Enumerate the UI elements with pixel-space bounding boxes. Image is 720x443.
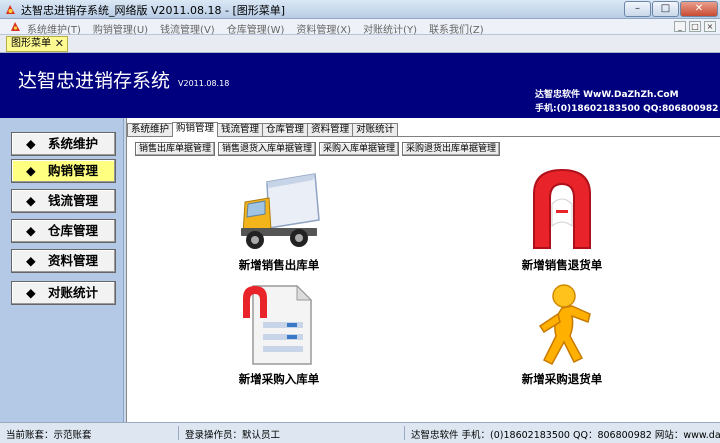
company-info: 达智忠软件 WwW.DaZhZh.CoM: [535, 90, 679, 100]
sidebar-item-label: 资料管理: [48, 253, 99, 268]
status-account: 当前账套：示范账套: [6, 430, 92, 441]
title-bar: 达智忠进销存系统_网络版 V2011.08.18 - [图形菜单] – □ ✕: [0, 0, 720, 19]
document-tab-strip: 图形菜单 ✕: [0, 35, 720, 53]
sidebar-item-cashflow[interactable]: ◆ 钱流管理: [11, 189, 116, 213]
sales-return-docs-button[interactable]: 销售退货入库单据管理: [218, 142, 317, 156]
tab-reconciliation[interactable]: 对账统计: [352, 123, 399, 137]
menu-reconciliation[interactable]: 对账统计(Y): [363, 21, 417, 36]
diamond-icon: ◆: [26, 193, 36, 208]
doc-tab-close-icon[interactable]: ✕: [55, 37, 64, 51]
menu-cashflow[interactable]: 钱流管理(V): [160, 21, 215, 36]
mdi-restore-button[interactable]: □: [689, 21, 701, 32]
sidebar-item-label: 购销管理: [48, 163, 99, 178]
menu-data[interactable]: 资料管理(X): [296, 21, 351, 36]
maximize-button[interactable]: □: [652, 1, 679, 17]
sidebar-item-system[interactable]: ◆ 系统维护: [11, 132, 116, 156]
sidebar-item-data[interactable]: ◆ 资料管理: [11, 249, 116, 273]
mdi-close-button[interactable]: ×: [704, 21, 716, 32]
tile-new-sales-return[interactable]: 新增销售退货单: [512, 164, 612, 273]
system-title: 达智忠进销存系统: [18, 70, 171, 92]
tile-new-purchase-return[interactable]: 新增采购退货单: [512, 282, 612, 387]
status-separator: [178, 426, 179, 440]
acrobat-a-icon: [533, 168, 591, 249]
purchase-in-docs-button[interactable]: 采购入库单据管理: [319, 142, 400, 156]
status-operator: 登录操作员：默认员工: [185, 430, 281, 441]
menu-logo-icon: [11, 22, 20, 31]
sidebar-item-label: 钱流管理: [48, 193, 99, 208]
sidebar-item-label: 仓库管理: [48, 223, 99, 238]
diamond-icon: ◆: [26, 163, 36, 178]
banner: 达智忠进销存系统 V2011.08.18 达智忠软件 WwW.DaZhZh.Co…: [0, 53, 720, 118]
sidebar-item-warehouse[interactable]: ◆ 仓库管理: [11, 219, 116, 243]
tab-data[interactable]: 资料管理: [307, 123, 354, 137]
tile-label: 新增采购退货单: [521, 372, 603, 386]
sidebar: ◆ 系统维护 ◆ 购销管理 ◆ 钱流管理 ◆ 仓库管理 ◆ 资料管理 ◆ 对账统计: [0, 118, 124, 422]
sub-button-row: 销售出库单据管理 销售退货入库单据管理 采购入库单据管理 采购退货出库单据管理: [135, 142, 501, 156]
menu-purchase-sales[interactable]: 购销管理(U): [93, 21, 148, 36]
mdi-minimize-button[interactable]: _: [674, 21, 686, 32]
running-person-icon: [538, 284, 591, 365]
tile-label: 新增销售退货单: [521, 258, 603, 272]
tab-warehouse[interactable]: 仓库管理: [262, 123, 309, 137]
tile-new-sales-out[interactable]: 新增销售出库单: [229, 172, 329, 273]
purchase-return-docs-button[interactable]: 采购退货出库单据管理: [402, 142, 501, 156]
doc-tab-label: 图形菜单: [11, 38, 51, 49]
diamond-icon: ◆: [26, 223, 36, 238]
status-footer: 达智忠软件 手机：(0)18602183500 QQ：806800982 网站：…: [411, 430, 720, 441]
diamond-icon: ◆: [26, 136, 36, 151]
diamond-icon: ◆: [26, 253, 36, 268]
tile-label: 新增销售出库单: [238, 258, 320, 272]
menu-warehouse[interactable]: 仓库管理(W): [227, 21, 285, 36]
tab-purchase-sales[interactable]: 购销管理: [172, 122, 219, 137]
sidebar-item-reconciliation[interactable]: ◆ 对账统计: [11, 281, 116, 305]
tile-label: 新增采购入库单: [238, 372, 320, 386]
menu-contact[interactable]: 联系我们(Z): [429, 21, 484, 36]
minimize-button[interactable]: –: [624, 1, 651, 17]
status-bar: 当前账套：示范账套 登录操作员：默认员工 达智忠软件 手机：(0)1860218…: [0, 422, 720, 443]
sidebar-item-label: 系统维护: [48, 136, 99, 151]
module-tabs: 系统维护 购销管理 钱流管理 仓库管理 资料管理 对账统计: [127, 122, 399, 137]
app-icon: [6, 5, 15, 14]
contact-info: 手机:(0)18602183500 QQ:806800982: [535, 104, 719, 114]
document-form-icon: [243, 284, 313, 365]
tab-cashflow[interactable]: 钱流管理: [217, 123, 264, 137]
window-controls: – □ ✕: [624, 1, 718, 17]
close-button[interactable]: ✕: [680, 1, 718, 17]
window-title: 达智忠进销存系统_网络版 V2011.08.18 - [图形菜单]: [21, 4, 286, 17]
sidebar-item-purchase-sales[interactable]: ◆ 购销管理: [11, 159, 116, 183]
diamond-icon: ◆: [26, 285, 36, 300]
tab-system[interactable]: 系统维护: [127, 123, 174, 137]
sales-out-docs-button[interactable]: 销售出库单据管理: [135, 142, 216, 156]
system-version: V2011.08.18: [178, 79, 230, 88]
tile-new-purchase-in[interactable]: 新增采购入库单: [229, 282, 329, 387]
main-panel: 系统维护 购销管理 钱流管理 仓库管理 资料管理 对账统计 销售出库单据管理 销…: [126, 118, 720, 422]
sidebar-item-label: 对账统计: [48, 285, 99, 300]
menu-bar: 系统维护(T) 购销管理(U) 钱流管理(V) 仓库管理(W) 资料管理(X) …: [0, 19, 720, 36]
menu-system[interactable]: 系统维护(T): [27, 21, 81, 36]
truck-icon: [241, 173, 320, 249]
doc-tab-graphic-menu[interactable]: 图形菜单 ✕: [6, 36, 68, 52]
status-separator: [404, 426, 405, 440]
